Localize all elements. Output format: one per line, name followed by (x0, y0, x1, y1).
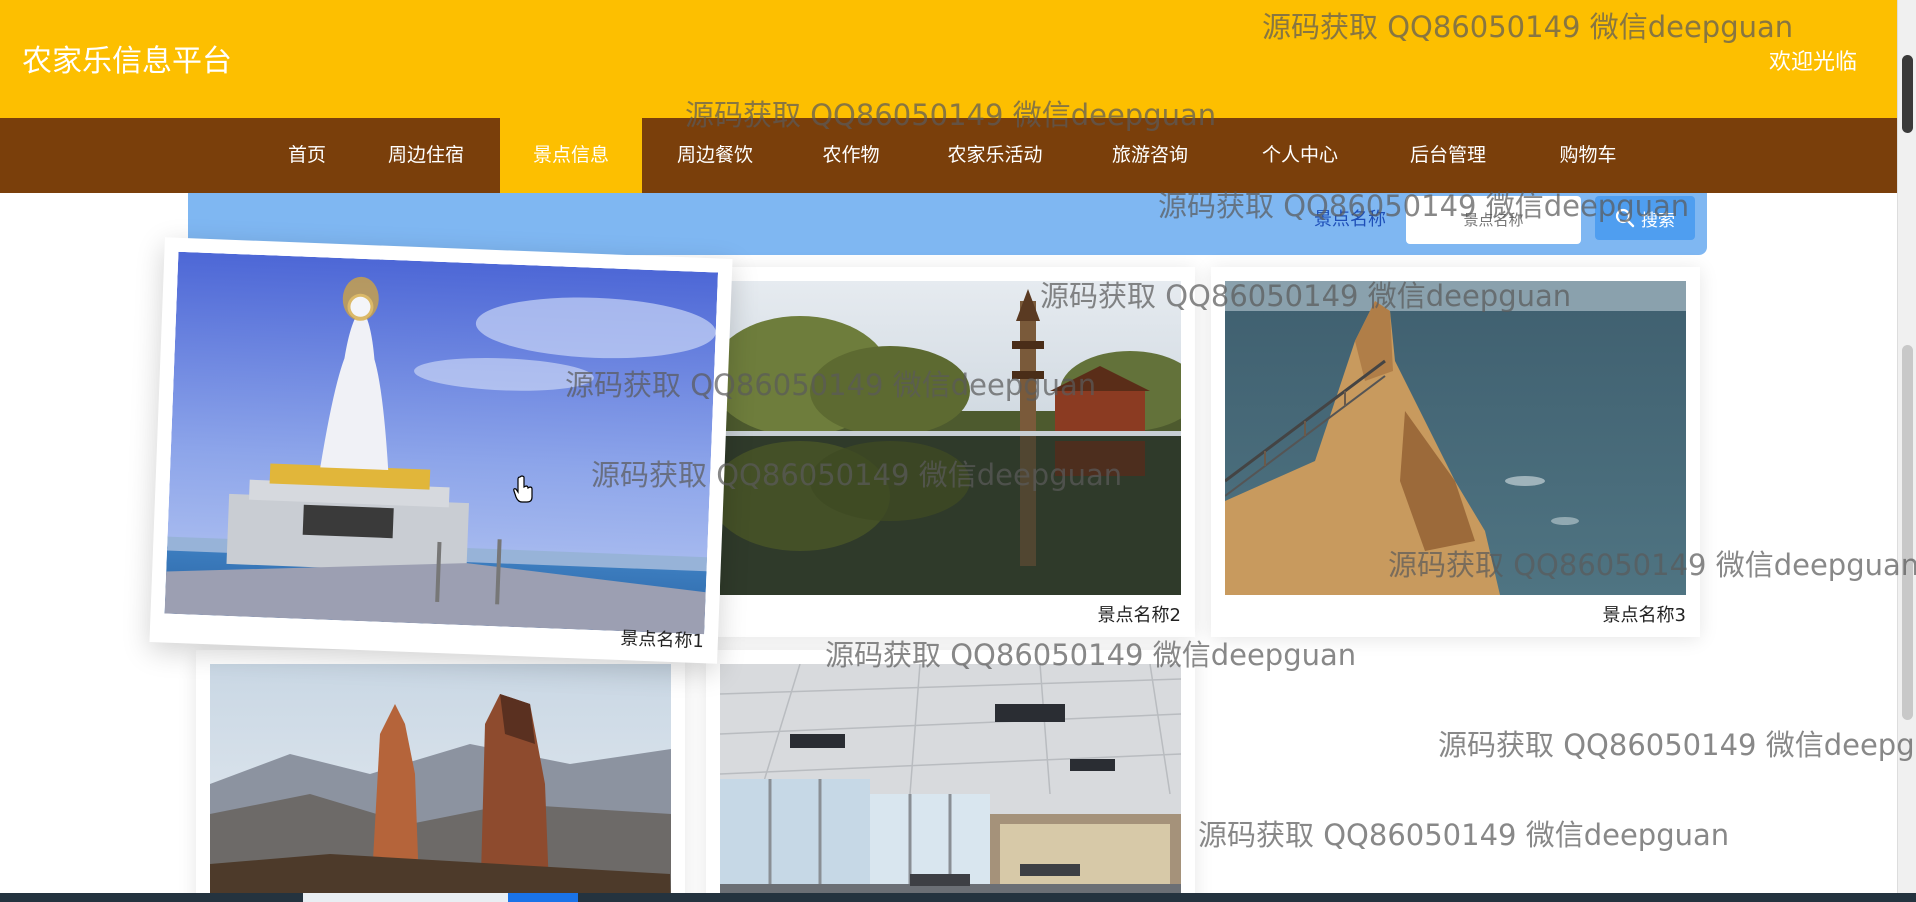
attraction-photo-2[interactable] (720, 281, 1181, 595)
main-nav: 首页 周边住宿 景点信息 周边餐饮 农作物 农家乐活动 旅游咨询 个人中心 后台… (0, 118, 1897, 193)
nav-item-admin[interactable]: 后台管理 (1388, 118, 1508, 193)
search-bar: 景点名称 搜索 (188, 193, 1707, 255)
nav-item-lodging[interactable]: 周边住宿 (366, 118, 486, 193)
nav-item-crops[interactable]: 农作物 (800, 118, 902, 193)
attraction-card-3[interactable]: 景点名称3 (1211, 267, 1700, 637)
scrollbar-marker (1902, 55, 1913, 133)
attraction-card-1[interactable]: 景点名称1 (149, 237, 733, 664)
attraction-name-3[interactable]: 景点名称3 (1603, 601, 1686, 627)
page: 农家乐信息平台 欢迎光临 首页 周边住宿 景点信息 周边餐饮 农作物 农家乐活动… (0, 0, 1916, 902)
search-label: 景点名称 (1314, 209, 1386, 230)
taskbar-strip (0, 893, 1916, 902)
scrollbar-thumb[interactable] (1902, 345, 1913, 720)
nav-item-home[interactable]: 首页 (258, 118, 356, 193)
attraction-photo-1[interactable] (164, 251, 719, 635)
taskbar-segment (303, 893, 508, 902)
taskbar-segment-active (508, 893, 578, 902)
nav-item-attractions[interactable]: 景点信息 (500, 118, 642, 193)
search-button-label: 搜索 (1641, 210, 1675, 231)
site-title[interactable]: 农家乐信息平台 (22, 36, 232, 80)
nav-item-personal-center[interactable]: 个人中心 (1240, 118, 1360, 193)
nav-item-cart[interactable]: 购物车 (1538, 118, 1638, 193)
attraction-photo-3[interactable] (1225, 281, 1686, 595)
attraction-name-2[interactable]: 景点名称2 (1098, 601, 1181, 627)
nav-item-dining[interactable]: 周边餐饮 (655, 118, 775, 193)
welcome-text: 欢迎光临 (1768, 50, 1857, 75)
attraction-photo-5[interactable] (720, 664, 1181, 902)
attraction-photo-4[interactable] (210, 664, 671, 902)
attraction-card-2[interactable]: 景点名称2 (706, 267, 1195, 637)
nav-item-travel-consult[interactable]: 旅游咨询 (1090, 118, 1210, 193)
nav-item-activities[interactable]: 农家乐活动 (930, 118, 1060, 193)
header-bar: 农家乐信息平台 欢迎光临 (0, 0, 1897, 118)
search-input[interactable] (1406, 196, 1581, 244)
attraction-name-1[interactable]: 景点名称1 (620, 624, 704, 653)
attraction-card-5[interactable] (706, 650, 1195, 902)
watermark-text: 源码获取 QQ86050149 微信deepguan (1438, 728, 1916, 762)
search-icon (1615, 208, 1635, 228)
vertical-scrollbar[interactable] (1897, 0, 1916, 902)
watermark-text: 源码获取 QQ86050149 微信deepguan (1198, 818, 1730, 852)
hand-cursor-icon (513, 475, 533, 503)
search-button[interactable]: 搜索 (1595, 196, 1695, 240)
attraction-card-4[interactable] (196, 650, 685, 902)
